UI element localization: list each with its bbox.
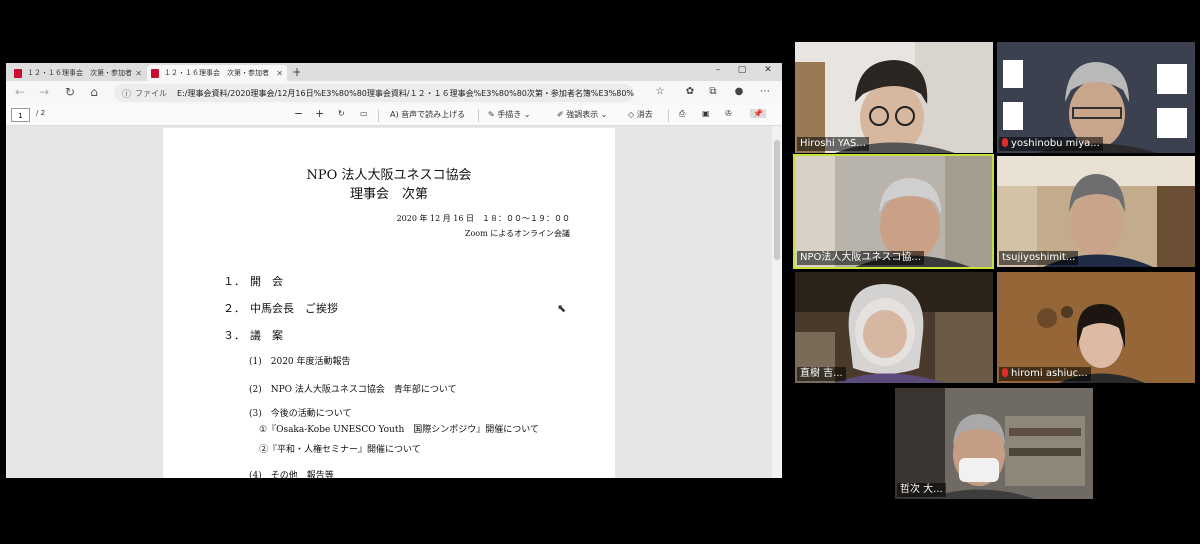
- erase-button[interactable]: ◇ 消去: [628, 109, 653, 120]
- agenda-item-num: ２．: [223, 302, 245, 315]
- participant-name: NPO法人大阪ユネスコ協...: [797, 251, 924, 265]
- minimize-button[interactable]: –: [711, 65, 725, 75]
- url-text: E:/理事会資料/2020理事会/12月16日%E3%80%80理事会資料/１２…: [177, 88, 634, 98]
- new-tab-button[interactable]: +: [288, 64, 300, 80]
- participant-name: hiromi ashiuc...: [999, 367, 1091, 381]
- page-number-input[interactable]: 1: [11, 108, 30, 122]
- toolbar-divider: [478, 109, 479, 122]
- agenda-item-text: 中馬会長 ご挨拶: [250, 302, 338, 315]
- agenda-item-text: 議 案: [250, 329, 283, 342]
- save-as-icon[interactable]: ✇: [725, 109, 732, 118]
- toolbar-divider: [378, 109, 379, 122]
- extensions-icon[interactable]: ✿: [683, 86, 697, 97]
- doc-title-line1: NPO 法人大阪ユネスコ協会: [306, 168, 472, 183]
- pdf-viewer[interactable]: NPO 法人大阪ユネスコ協会 理事会 次第 2020 年 12 月 16 日 １…: [6, 126, 782, 478]
- doc-title-line2: 理事会 次第: [349, 187, 428, 202]
- tab-label: １２・１６理事会 次第・参加者: [27, 69, 132, 77]
- pdf-icon: [14, 68, 22, 78]
- participant-name: tsujiyoshimit...: [999, 251, 1079, 265]
- mouse-cursor-icon: ⬉: [557, 302, 567, 315]
- profile-avatar[interactable]: ●: [732, 86, 746, 97]
- home-icon[interactable]: ⌂: [86, 85, 102, 99]
- agenda-sub-item: (2) NPO 法人大阪ユネスコ協会 青年部について: [249, 385, 457, 395]
- pdf-icon: [151, 68, 159, 78]
- participant-name: yoshinobu miya...: [999, 137, 1103, 151]
- pdf-toolbar: 1 / 2 − + ↻ ▭ A) 音声で読み上げる ✎ 手描き ⌄ ✐ 強調表示…: [6, 105, 782, 126]
- agenda-sub-sub-item: ①『Osaka-Kobe UNESCO Youth 国際シンポジウ』開催について: [259, 425, 539, 435]
- zoom-in-button[interactable]: +: [315, 107, 324, 120]
- close-tab-icon[interactable]: ✕: [276, 69, 283, 78]
- agenda-item-num: １．: [223, 275, 245, 288]
- rotate-icon[interactable]: ↻: [338, 109, 345, 118]
- participant-name: 直樹 吉...: [797, 367, 846, 381]
- more-menu-icon[interactable]: ⋯: [758, 86, 772, 97]
- save-icon[interactable]: ▣: [702, 109, 710, 118]
- read-aloud-icon: A): [390, 110, 399, 119]
- agenda-sub-item: (3) 今後の活動について: [249, 409, 352, 419]
- favorite-star-icon[interactable]: ☆: [653, 86, 667, 97]
- scrollbar-thumb[interactable]: [774, 140, 780, 260]
- maximize-button[interactable]: ▢: [735, 65, 749, 75]
- url-field[interactable]: ⓘ ファイル E:/理事会資料/2020理事会/12月16日%E3%80%80理…: [114, 84, 634, 102]
- video-tile[interactable]: yoshinobu miya...: [997, 42, 1195, 153]
- back-icon[interactable]: ←: [12, 85, 28, 99]
- draw-label: 手描き: [497, 110, 522, 119]
- agenda-item-text: 開 会: [250, 275, 283, 288]
- participant-name: Hiroshi YAS...: [797, 137, 869, 151]
- doc-date: 2020 年 12 月 16 日 １８：００～１９：００: [396, 214, 570, 223]
- mic-muted-icon: [1002, 138, 1008, 147]
- tab-label: １２・１６理事会 次第・参加者: [164, 69, 269, 77]
- refresh-icon[interactable]: ↻: [62, 85, 78, 99]
- pin-toolbar-icon[interactable]: 📌: [750, 109, 766, 118]
- draw-button[interactable]: ✎ 手描き ⌄: [488, 109, 531, 120]
- close-tab-icon[interactable]: ✕: [135, 69, 142, 78]
- read-aloud-button[interactable]: A) 音声で読み上げる: [390, 109, 465, 120]
- zoom-out-button[interactable]: −: [294, 107, 303, 120]
- video-tile[interactable]: 哲次 大...: [895, 388, 1093, 499]
- read-aloud-label: 音声で読み上げる: [401, 110, 466, 119]
- tab-pdf-2-active[interactable]: １２・１６理事会 次第・参加者 ✕: [147, 65, 287, 81]
- page-total: / 2: [36, 109, 46, 117]
- pdf-page: NPO 法人大阪ユネスコ協会 理事会 次第 2020 年 12 月 16 日 １…: [163, 128, 615, 478]
- toolbar-divider: [668, 109, 669, 122]
- browser-window: １２・１６理事会 次第・参加者 ✕ １２・１６理事会 次第・参加者 ✕ + – …: [6, 63, 782, 478]
- close-window-button[interactable]: ✕: [761, 65, 775, 75]
- agenda-sub-sub-item: ②『平和・人権セミナー』開催について: [259, 445, 421, 455]
- video-tile[interactable]: hiromi ashiuc...: [997, 272, 1195, 383]
- collections-icon[interactable]: ⧉: [706, 86, 720, 97]
- tab-pdf-1[interactable]: １２・１６理事会 次第・参加者 ✕: [10, 65, 146, 81]
- fit-page-icon[interactable]: ▭: [360, 109, 368, 118]
- info-icon: ⓘ: [122, 89, 132, 100]
- address-bar-row: ← → ↻ ⌂ ⓘ ファイル E:/理事会資料/2020理事会/12月16日%E…: [6, 81, 782, 105]
- highlighter-icon: ✐: [557, 110, 564, 119]
- highlight-label: 強調表示: [566, 110, 599, 119]
- video-tile[interactable]: tsujiyoshimit...: [997, 156, 1195, 267]
- video-tile[interactable]: 直樹 吉...: [795, 272, 993, 383]
- forward-icon[interactable]: →: [36, 85, 52, 99]
- highlight-button[interactable]: ✐ 強調表示 ⌄: [557, 109, 608, 120]
- agenda-sub-item: (4) その他 報告等: [249, 471, 334, 478]
- video-tile-active-speaker[interactable]: NPO法人大阪ユネスコ協...: [793, 154, 994, 269]
- erase-label: 消去: [636, 110, 653, 119]
- eraser-icon: ◇: [628, 110, 635, 119]
- video-tile[interactable]: Hiroshi YAS...: [795, 42, 993, 153]
- participant-name: 哲次 大...: [897, 483, 946, 497]
- chevron-down-icon: ⌄: [600, 110, 608, 119]
- chevron-down-icon: ⌄: [523, 110, 531, 119]
- vertical-scrollbar[interactable]: [772, 126, 782, 478]
- agenda-item-num: ３．: [223, 329, 245, 342]
- file-scheme-label: ファイル: [135, 88, 168, 98]
- agenda-sub-item: (1) 2020 年度活動報告: [249, 357, 351, 367]
- mic-muted-icon: [1002, 368, 1008, 377]
- doc-venue: Zoom によるオンライン会議: [464, 229, 570, 238]
- print-icon[interactable]: ⎙: [679, 109, 685, 119]
- pen-icon: ✎: [488, 110, 495, 119]
- tab-bar: １２・１６理事会 次第・参加者 ✕ １２・１６理事会 次第・参加者 ✕ + – …: [6, 63, 782, 81]
